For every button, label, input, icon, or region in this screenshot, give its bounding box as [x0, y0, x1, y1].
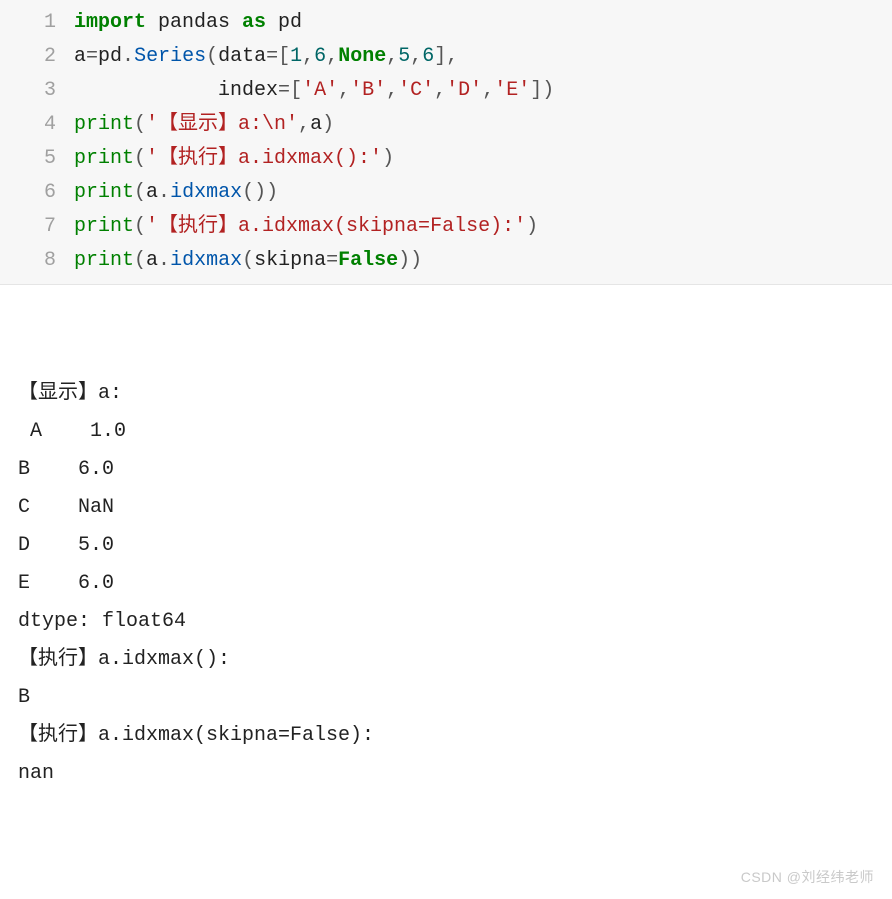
- code-content: a=pd.Series(data=[1,6,None,5,6],: [74, 40, 458, 74]
- code-content: print('【执行】a.idxmax(skipna=False):'): [74, 210, 538, 244]
- code-line: 8print(a.idxmax(skipna=False)): [0, 244, 892, 278]
- line-number: 5: [0, 142, 74, 176]
- line-number: 6: [0, 176, 74, 210]
- code-line: 5print('【执行】a.idxmax():'): [0, 142, 892, 176]
- code-block: 1import pandas as pd2a=pd.Series(data=[1…: [0, 0, 892, 285]
- code-line: 4print('【显示】a:\n',a): [0, 108, 892, 142]
- code-line: 6print(a.idxmax()): [0, 176, 892, 210]
- code-content: print(a.idxmax(skipna=False)): [74, 244, 422, 278]
- line-number: 1: [0, 6, 74, 40]
- output-text: 【显示】a: A 1.0 B 6.0 C NaN D 5.0 E 6.0 dty…: [18, 375, 874, 793]
- line-number: 4: [0, 108, 74, 142]
- code-line: 7print('【执行】a.idxmax(skipna=False):'): [0, 210, 892, 244]
- code-content: import pandas as pd: [74, 6, 302, 40]
- line-number: 8: [0, 244, 74, 278]
- code-line: 3 index=['A','B','C','D','E']): [0, 74, 892, 108]
- watermark: CSDN @刘经纬老师: [741, 864, 874, 891]
- code-content: print('【执行】a.idxmax():'): [74, 142, 394, 176]
- line-number: 7: [0, 210, 74, 244]
- output-block: 【显示】a: A 1.0 B 6.0 C NaN D 5.0 E 6.0 dty…: [0, 285, 892, 899]
- line-number: 2: [0, 40, 74, 74]
- code-line: 2a=pd.Series(data=[1,6,None,5,6],: [0, 40, 892, 74]
- code-line: 1import pandas as pd: [0, 6, 892, 40]
- code-content: print('【显示】a:\n',a): [74, 108, 334, 142]
- line-number: 3: [0, 74, 74, 108]
- code-content: print(a.idxmax()): [74, 176, 278, 210]
- code-content: index=['A','B','C','D','E']): [74, 74, 554, 108]
